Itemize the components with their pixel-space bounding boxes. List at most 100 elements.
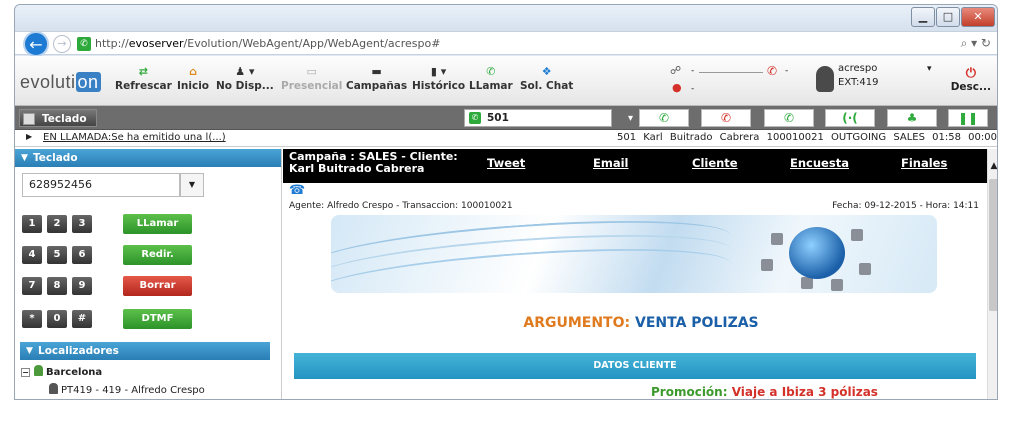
request-chat-button[interactable]: ❖ Sol. Chat [520,64,573,92]
key-9[interactable]: 9 [72,277,92,295]
status-divider [699,72,763,73]
key-1[interactable]: 1 [22,215,42,233]
close-button[interactable]: ✕ [961,7,995,27]
minimize-button[interactable]: ▁ [911,7,935,27]
user-icon: ♟ ▾ [235,65,255,78]
maximize-button[interactable]: □ [936,7,960,27]
key-5[interactable]: 5 [47,246,67,264]
home-icon: ⌂ [189,65,197,78]
campaign-title: Campaña : SALES - Cliente: Karl Buitrado … [289,150,458,175]
argumento-title: ARGUMENTO: VENTA POLIZAS [523,315,759,331]
webagent-app: evoluti on ⇄ Refrescar ⌂ Inicio ♟ ▾ No Disp.… [15,56,998,399]
status1-text: - [691,66,695,76]
teclado-header[interactable]: ▼ Teclado [15,149,281,167]
chevron-down-icon: ▼ [26,346,33,356]
key-star[interactable]: * [22,310,42,328]
keypad-icon [23,113,35,125]
date-time: Fecha: 09-12-2015 - Hora: 14:11 [832,201,979,211]
key-0[interactable]: 0 [47,310,67,328]
call-status-row: ▶ EN LLAMADA:Se ha emitido una l(...) 50… [15,130,997,147]
encuesta-link[interactable]: Encuesta [790,156,849,170]
back-button[interactable]: ← [23,31,49,57]
folder-icon: ▬ [371,65,382,78]
home-button[interactable]: ⌂ Inicio [177,64,209,92]
disconnect-button[interactable]: ⏻ Desc... [951,66,991,93]
localizadores-header[interactable]: ▼ Localizadores [20,342,270,360]
user-icon [49,383,58,394]
hangup-button[interactable]: ✆ [701,109,751,127]
tree-node-agent[interactable]: PT419 - 419 - Alfredo Crespo [49,383,205,396]
line-selector[interactable]: ✆ 501 ▾ [464,109,633,127]
avatar [816,66,834,92]
key-hash[interactable]: # [72,310,92,328]
key-2[interactable]: 2 [47,215,67,233]
site-favicon-icon: ✆ [77,37,91,51]
refresh-button[interactable]: ⇄ Refrescar [115,64,172,92]
url-field[interactable]: http://evoserver/Evolution/WebAgent/App/… [95,37,440,50]
conference-button[interactable]: ♣ [887,109,937,127]
dial-call-button[interactable]: LLamar [123,214,192,234]
datos-cliente-bar: DATOS CLIENTE [294,353,976,379]
vertical-scrollbar[interactable]: ▲ [987,149,998,399]
finales-link[interactable]: Finales [901,156,947,170]
forward-button[interactable]: → [53,35,71,53]
transfer-button[interactable]: (·( [825,109,875,127]
user-menu-dropdown[interactable]: ▾ [927,64,932,74]
left-panel: ▼ Teclado 628952456 ▼ 1 2 3 LLamar 4 5 6 … [15,149,282,399]
monitor-icon: ▭ [306,65,317,78]
teclado-tab[interactable]: Teclado [19,109,97,127]
tweet-link[interactable]: Tweet [487,156,525,170]
username: acrespo [838,63,878,74]
evolution-logo: evoluti on [20,72,101,92]
pause-button[interactable]: ❚❚ [948,109,988,127]
chevron-down-icon: ▾ [627,113,633,124]
key-7[interactable]: 7 [22,277,42,295]
not-available-button[interactable]: ♟ ▾ No Disp... [216,64,274,92]
key-8[interactable]: 8 [47,277,67,295]
agent-transaction: Agente: Alfredo Crespo - Transaccion: 10… [289,201,513,211]
globe-icon [789,227,845,279]
redirect-button[interactable]: Redir. [123,245,192,265]
chat-icon: ❖ [541,65,552,78]
phone-icon[interactable]: ☎ [289,183,305,198]
cliente-link[interactable]: Cliente [692,156,738,170]
phone-bar: Teclado ✆ 501 ▾ ✆ ✆ ✆ (·( ♣ ❚❚ [15,106,997,130]
refresh-icon: ⇄ [138,65,149,78]
delete-button[interactable]: Borrar [123,276,192,296]
call-status-link[interactable]: EN LLAMADA:Se ha emitido una l(...) [43,132,226,143]
scroll-up-icon: ▲ [990,161,998,171]
user-red-icon: ● [672,81,682,94]
email-link[interactable]: Email [593,156,628,170]
key-6[interactable]: 6 [72,246,92,264]
document-icon: ▮ ▾ [430,65,447,78]
scroll-thumb [989,179,997,311]
hold-button[interactable]: ✆ [764,109,814,127]
extension: EXT:419 [838,77,879,88]
phone-icon: ✆ [486,65,496,78]
history-button[interactable]: ▮ ▾ Histórico [412,64,465,92]
user-green-icon [34,365,43,376]
tree-node-barcelona[interactable]: − Barcelona [21,365,102,378]
browser-window: ▁ □ ✕ ← → ✆ http://evoserver/Evolution/W… [14,4,998,400]
dtmf-button[interactable]: DTMF [123,309,192,329]
phone-hangup-icon: ✆ [767,64,778,78]
call-button[interactable]: ✆ LLamar [469,64,513,92]
phone-line-icon: ✆ [469,112,481,124]
power-icon: ⏻ [965,66,976,81]
key-3[interactable]: 3 [72,215,92,233]
main-toolbar: evoluti on ⇄ Refrescar ⌂ Inicio ♟ ▾ No Disp.… [15,56,997,106]
play-icon: ▶ [26,132,33,141]
presencial-button[interactable]: ▭ Presencial [281,64,342,92]
phone-status-text: - [785,66,789,76]
search-refresh-icon[interactable]: ⌕ ▾ ↻ [961,36,991,51]
title-bar: ▁ □ ✕ [15,5,997,31]
key-4[interactable]: 4 [22,246,42,264]
campaigns-button[interactable]: ▬ Campañas [346,64,407,92]
promotion-text: Promoción: Viaje a Ibiza 3 pólizas [651,385,878,399]
answer-button[interactable]: ✆ [639,109,689,127]
agents-icon: ☍ [670,64,682,77]
address-bar: ← → ✆ http://evoserver/Evolution/WebAgen… [15,31,997,57]
status2-text: - [691,84,695,94]
number-dropdown[interactable]: ▼ [180,173,204,197]
number-input[interactable]: 628952456 [22,173,180,197]
